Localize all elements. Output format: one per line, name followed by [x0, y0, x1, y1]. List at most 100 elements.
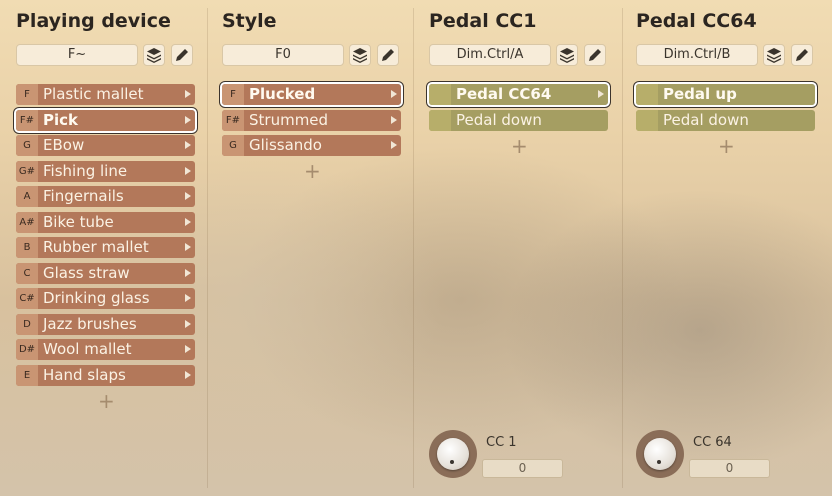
chevron-right-icon: [185, 243, 191, 251]
item-label: Plastic mallet: [43, 85, 144, 103]
key-label: A#: [16, 212, 38, 233]
list-item[interactable]: D Jazz brushes: [16, 314, 195, 335]
key-label: A: [16, 186, 38, 207]
list-item[interactable]: C# Drinking glass: [16, 288, 195, 309]
column-title: Playing device: [16, 10, 171, 32]
chevron-right-icon: [185, 371, 191, 379]
layers-button[interactable]: [349, 44, 371, 66]
key-label: F#: [222, 110, 244, 131]
cc64-knob[interactable]: [636, 430, 684, 478]
item-label: Drinking glass: [43, 289, 150, 307]
layers-icon: [147, 48, 161, 63]
chevron-right-icon: [185, 294, 191, 302]
list-item[interactable]: F# Strummed: [222, 110, 401, 131]
column-playing-device: Playing device F~ F Plastic mallet F# Pick…: [14, 0, 206, 496]
add-item-button[interactable]: +: [718, 136, 735, 156]
key-label: G: [16, 135, 38, 156]
cc-label: CC 1: [486, 435, 517, 450]
layers-icon: [560, 48, 574, 63]
chevron-right-icon: [185, 269, 191, 277]
item-label: Strummed: [249, 111, 329, 129]
column-title: Style: [222, 10, 277, 32]
list-item[interactable]: G# Fishing line: [16, 161, 195, 182]
key-label: B: [16, 237, 38, 258]
chevron-right-icon: [185, 320, 191, 328]
edit-button[interactable]: [791, 44, 813, 66]
key-label: D: [16, 314, 38, 335]
chevron-right-icon: [391, 90, 397, 98]
chevron-right-icon: [185, 167, 191, 175]
pencil-icon: [382, 49, 394, 61]
key-label: F: [222, 84, 244, 105]
chevron-right-icon: [185, 192, 191, 200]
column-pedal-cc1: Pedal CC1 Dim.Ctrl/A Pedal CC64 Pedal do…: [427, 0, 614, 496]
chevron-right-icon: [185, 141, 191, 149]
edit-button[interactable]: [584, 44, 606, 66]
pencil-icon: [589, 49, 601, 61]
edit-button[interactable]: [171, 44, 193, 66]
column-pedal-cc64: Pedal CC64 Dim.Ctrl/B Pedal up Pedal dow…: [634, 0, 826, 496]
key-label: G#: [16, 161, 38, 182]
pencil-icon: [176, 49, 188, 61]
key-label: [636, 110, 658, 131]
list-item[interactable]: F Plucked: [220, 82, 403, 107]
key-label: E: [16, 365, 38, 386]
item-label: EBow: [43, 136, 85, 154]
list-item[interactable]: Pedal down: [429, 110, 608, 131]
cc1-knob[interactable]: [429, 430, 477, 478]
articulation-selector[interactable]: F0: [222, 44, 344, 66]
list-item[interactable]: Pedal up: [634, 82, 817, 107]
add-item-button[interactable]: +: [98, 391, 115, 411]
list-item[interactable]: G EBow: [16, 135, 195, 156]
key-label: [429, 110, 451, 131]
item-label: Rubber mallet: [43, 238, 149, 256]
list-item[interactable]: F# Pick: [14, 108, 197, 133]
key-label: F: [16, 84, 38, 105]
chevron-right-icon: [185, 90, 191, 98]
key-label: C: [16, 263, 38, 284]
key-label: [636, 84, 658, 105]
cc-value-field[interactable]: 0: [482, 459, 563, 478]
list-item[interactable]: Pedal down: [636, 110, 815, 131]
list-item[interactable]: A Fingernails: [16, 186, 195, 207]
layers-button[interactable]: [143, 44, 165, 66]
layers-icon: [353, 48, 367, 63]
column-title: Pedal CC1: [429, 10, 537, 32]
articulation-selector[interactable]: Dim.Ctrl/B: [636, 44, 758, 66]
column-divider: [207, 8, 208, 488]
item-label: Pedal CC64: [456, 85, 552, 103]
key-label: G: [222, 135, 244, 156]
item-label: Pedal down: [663, 111, 749, 129]
cc-value-field[interactable]: 0: [689, 459, 770, 478]
chevron-right-icon: [598, 90, 604, 98]
item-label: Glass straw: [43, 264, 130, 282]
list-item[interactable]: E Hand slaps: [16, 365, 195, 386]
list-item[interactable]: D# Wool mallet: [16, 339, 195, 360]
edit-button[interactable]: [377, 44, 399, 66]
column-divider: [413, 8, 414, 488]
cc-label: CC 64: [693, 435, 732, 450]
chevron-right-icon: [185, 116, 191, 124]
list-item[interactable]: C Glass straw: [16, 263, 195, 284]
key-label: [429, 84, 451, 105]
key-label: F#: [16, 110, 38, 131]
list-item[interactable]: F Plastic mallet: [16, 84, 195, 105]
key-label: C#: [16, 288, 38, 309]
list-item[interactable]: G Glissando: [222, 135, 401, 156]
add-item-button[interactable]: +: [511, 136, 528, 156]
list-item[interactable]: B Rubber mallet: [16, 237, 195, 258]
item-label: Pedal up: [663, 85, 737, 103]
column-style: Style F0 F Plucked F# Strummed G Glissando …: [220, 0, 407, 496]
chevron-right-icon: [391, 116, 397, 124]
articulation-selector[interactable]: Dim.Ctrl/A: [429, 44, 551, 66]
add-item-button[interactable]: +: [304, 161, 321, 181]
item-label: Plucked: [249, 85, 316, 103]
layers-button[interactable]: [556, 44, 578, 66]
chevron-right-icon: [391, 141, 397, 149]
list-item[interactable]: Pedal CC64: [427, 82, 610, 107]
item-label: Wool mallet: [43, 340, 132, 358]
articulation-selector[interactable]: F~: [16, 44, 138, 66]
layers-button[interactable]: [763, 44, 785, 66]
list-item[interactable]: A# Bike tube: [16, 212, 195, 233]
item-label: Pedal down: [456, 111, 542, 129]
